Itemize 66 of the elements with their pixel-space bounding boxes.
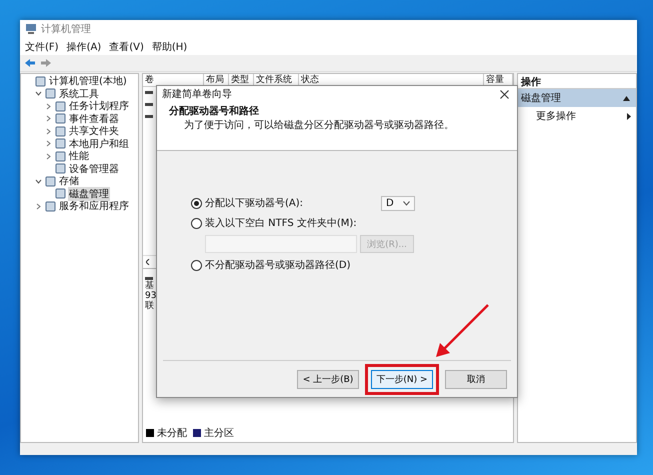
tree-item[interactable]: 系统工具 — [58, 86, 100, 101]
caret-right-icon — [627, 112, 631, 120]
tree-node-icon — [35, 76, 46, 87]
chevron-down-icon[interactable] — [35, 178, 43, 185]
chevron-right-icon[interactable] — [45, 152, 53, 160]
option-label[interactable]: 装入以下空白 NTFS 文件夹中(M): — [205, 216, 357, 230]
wizard-heading: 分配驱动器号和路径 — [169, 104, 260, 118]
tree-node-icon — [55, 188, 66, 200]
tree-item[interactable]: 事件查看器 — [68, 112, 120, 126]
dialog-title: 新建简单卷向导 — [162, 88, 232, 101]
tree-item[interactable]: 存储 — [58, 174, 80, 188]
chevron-right-icon[interactable] — [45, 140, 53, 148]
menu-item[interactable]: 操作(A) — [66, 40, 102, 54]
tree-node-icon — [55, 113, 66, 124]
back-arrow-icon[interactable] — [24, 58, 36, 68]
menu-item[interactable]: 查看(V) — [109, 40, 144, 54]
tree-item[interactable]: 服务和应用程序 — [58, 199, 130, 214]
tree-node-icon — [55, 100, 66, 112]
tree-node-icon — [45, 176, 56, 187]
radio-button[interactable] — [191, 218, 202, 228]
forward-arrow-icon[interactable] — [40, 58, 52, 68]
tree-node-icon — [55, 126, 66, 137]
disk-info-text: 基 — [145, 281, 155, 291]
action-link[interactable]: 更多操作 — [536, 109, 576, 123]
annotation-arrow — [434, 303, 490, 359]
tree-item[interactable]: 性能 — [68, 149, 90, 164]
caret-up-icon[interactable] — [623, 96, 630, 100]
option-label[interactable]: 分配以下驱动器号(A): — [205, 196, 304, 210]
chevron-right-icon[interactable] — [45, 128, 53, 135]
tree-item[interactable]: 共享文件夹 — [68, 124, 120, 138]
tree-item[interactable]: 任务计划程序 — [68, 99, 130, 114]
actions-section[interactable]: 磁盘管理 — [518, 89, 636, 107]
option-label[interactable]: 不分配驱动器号或驱动器路径(D) — [205, 258, 351, 272]
wizard-description: 为了便于访问，可以给磁盘分区分配驱动器号或驱动器路径。 — [183, 118, 455, 132]
chevron-right-icon[interactable] — [45, 102, 53, 110]
wizard-button[interactable]: < 上一步(B) — [297, 370, 359, 388]
caret-down-icon — [403, 200, 410, 206]
window-title: 计算机管理 — [41, 22, 91, 36]
tree-item[interactable]: 本地用户和组 — [68, 136, 130, 151]
close-icon[interactable] — [500, 90, 509, 98]
chevron-down-icon[interactable] — [35, 90, 43, 98]
radio-button[interactable] — [191, 198, 202, 208]
radio-button[interactable] — [191, 260, 202, 270]
tree-node-icon — [45, 200, 56, 212]
tree-node-icon — [55, 163, 66, 174]
wizard-button[interactable]: 下一步(N) > — [371, 370, 433, 388]
tree-node-icon — [55, 150, 66, 162]
folder-path-field[interactable] — [205, 235, 357, 253]
section-title: 磁盘管理 — [521, 92, 561, 105]
tree-node-icon — [55, 138, 66, 150]
chevron-right-icon[interactable] — [35, 202, 43, 210]
tree-item[interactable]: 设备管理器 — [68, 162, 120, 176]
menu-item[interactable]: 文件(F) — [25, 40, 59, 54]
wizard-button[interactable]: 取消 — [445, 370, 507, 388]
legend-label: 主分区 — [204, 426, 234, 440]
computer-icon — [25, 23, 37, 35]
tree-item[interactable]: 磁盘管理 — [68, 186, 110, 201]
tree-item[interactable]: 计算机管理(本地) — [48, 74, 128, 88]
disk-info-text: 联 — [145, 301, 155, 311]
tree-node-icon — [45, 88, 56, 100]
scroll-left-icon[interactable] — [146, 259, 150, 265]
drive-letter-dropdown[interactable]: D — [381, 196, 415, 210]
disk-info-text: 93 — [145, 291, 158, 301]
legend-label: 未分配 — [157, 426, 187, 440]
menu-item[interactable]: 帮助(H) — [152, 40, 188, 54]
chevron-right-icon[interactable] — [45, 115, 53, 122]
